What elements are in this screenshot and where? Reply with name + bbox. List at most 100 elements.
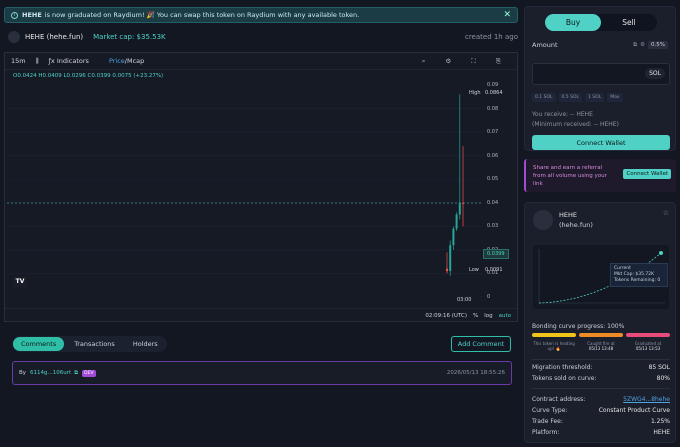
platform-value[interactable]: HEHE: [653, 429, 670, 436]
referral-connect-button[interactable]: Connect Wallet: [623, 169, 671, 179]
candle-body: [449, 245, 452, 272]
copy-icon[interactable]: ⧉: [74, 370, 78, 377]
quick-amount[interactable]: 0.1 SOL: [532, 93, 556, 102]
milestone-fire: Caught fire at 05/13 13:48: [579, 341, 623, 351]
ohlc-readout: O0.0424 H0.0409 L0.0296 C0.0399 0.0075 (…: [13, 73, 164, 79]
y-tick-label: 0.03: [487, 223, 499, 230]
last-price-tag: 0.0399: [483, 249, 509, 259]
x-tick: 03:00: [457, 297, 472, 303]
camera-icon[interactable]: ⎘: [496, 57, 501, 66]
tab-holders[interactable]: Holders: [125, 337, 166, 351]
milestone-graduated: Graduated at 05/13 13:53: [626, 341, 670, 351]
high-value: 0.0864: [485, 90, 503, 96]
min-receive-amount: (Minimum received: -- HEHE): [532, 121, 619, 128]
candle-body: [455, 214, 458, 229]
quick-amount[interactable]: 1 SOL: [585, 93, 605, 102]
quick-amount[interactable]: Max: [607, 93, 623, 102]
milestone-label: This token is heating up! 🔥: [533, 341, 575, 351]
candle-body: [452, 228, 455, 246]
token-avatar: [533, 210, 553, 230]
tooltip-remaining: Tokens Remaining: 0: [614, 278, 661, 283]
tab-transactions[interactable]: Transactions: [66, 337, 123, 351]
amount-label: Amount: [532, 41, 558, 49]
interval-selector[interactable]: 15m: [11, 57, 26, 65]
price-chart[interactable]: 15m ⫼ ƒx Indicators Price/Mcap ⌕ ⚙ ⛶ ⎘ O…: [4, 52, 518, 322]
slippage-button[interactable]: 0.5%: [648, 41, 668, 49]
comment-by: By: [19, 370, 27, 376]
token-header: HEHE (hehe.fun) Market cap: $35.53K crea…: [8, 30, 518, 44]
indicators-button[interactable]: ƒx Indicators: [49, 57, 99, 65]
settings-icon[interactable]: ⚙: [640, 42, 645, 48]
sell-tab[interactable]: Sell: [601, 14, 657, 31]
candle-body: [462, 202, 464, 204]
y-tick-label: 0.08: [487, 105, 499, 112]
price-axis: 0.090.080.070.060.050.040.030.020.010: [483, 82, 518, 323]
search-icon[interactable]: ⌕: [422, 57, 426, 66]
token-name: HEHE: [559, 211, 577, 219]
log-toggle[interactable]: log: [484, 313, 492, 319]
contract-label: Contract address:: [532, 396, 586, 403]
link-icon[interactable]: ⧉: [633, 42, 637, 49]
bonding-progress: Bonding curve progress: 100%: [532, 323, 625, 330]
candle-body: [458, 202, 461, 215]
trade-panel: Buy Sell Amount ⧉ ⚙ 0.5% SOL 0.1 SOL 0.5…: [524, 6, 676, 151]
referral-card: Share and earn a referral from all volum…: [524, 159, 676, 192]
info-icon: i: [11, 11, 18, 19]
fullscreen-icon[interactable]: ⛶: [471, 57, 476, 66]
close-icon[interactable]: ✕: [503, 10, 511, 20]
comment-author[interactable]: 6114g...106urt: [30, 370, 71, 376]
utc-time: 02:09:16 (UTC): [425, 312, 467, 319]
y-tick-label: 0: [487, 294, 491, 300]
contract-link[interactable]: 5ZWG4...8hehe: [623, 396, 670, 403]
tab-comments[interactable]: Comments: [13, 337, 65, 351]
curve-tooltip: Current Mkt Cap: $35.72K Tokens Remainin…: [610, 263, 668, 287]
sold-label: Tokens sold on curve:: [532, 375, 597, 382]
auto-toggle[interactable]: auto: [499, 313, 511, 319]
sold-value: 80%: [656, 375, 670, 382]
quick-amounts: 0.1 SOL 0.5 SOL 1 SOL Max: [532, 93, 623, 102]
divider: [532, 359, 670, 360]
dev-badge: DEV: [82, 369, 96, 377]
comment-item: By 6114g...106urt ⧉ DEV 2026/05/13 18:55…: [12, 361, 512, 385]
curve-label: Curve Type:: [532, 407, 568, 414]
quick-amount[interactable]: 0.5 SOL: [558, 93, 582, 102]
chart-bottom-bar: 02:09:16 (UTC) % log auto: [5, 308, 517, 322]
percent-toggle[interactable]: %: [473, 313, 478, 319]
milestone-heating: This token is heating up! 🔥: [532, 341, 576, 351]
buy-sell-toggle: Buy Sell: [545, 14, 657, 31]
candle-plot[interactable]: [7, 85, 483, 297]
migration-value: 85 SOL: [648, 364, 670, 371]
comment-timestamp: 2026/05/13 18:55:26: [446, 370, 505, 376]
migration-threshold: Migration threshold: 85 SOL: [532, 364, 670, 371]
divider: [532, 388, 670, 389]
mcap-toggle[interactable]: /Mcap: [125, 57, 144, 65]
connect-wallet-button[interactable]: Connect Wallet: [532, 135, 670, 150]
milestone-date: 05/13 13:53: [635, 346, 661, 351]
referral-text: Share and earn a referral from all volum…: [533, 165, 607, 187]
add-comment-button[interactable]: Add Comment: [451, 336, 511, 352]
chart-toolbar: 15m ⫼ ƒx Indicators Price/Mcap ⌕ ⚙ ⛶ ⎘: [5, 53, 517, 70]
trade-fee: Trade Fee: 1.25%: [532, 418, 670, 425]
token-name: HEHE (hehe.fun): [25, 33, 84, 41]
token-avatar: [8, 31, 20, 43]
progress-segment-fire: [579, 333, 623, 337]
curve-type: Curve Type: Constant Product Curve: [532, 407, 670, 414]
activity-tabs: Comments Transactions Holders: [12, 336, 167, 352]
banner-token: HEHE: [22, 11, 42, 19]
migration-label: Migration threshold:: [532, 364, 593, 371]
settings-icon[interactable]: ⚙: [445, 57, 451, 66]
graduation-banner: i HEHE is now graduated on Raydium! 🎉 Yo…: [4, 7, 518, 23]
price-toggle[interactable]: Price: [109, 57, 125, 65]
currency-selector[interactable]: SOL: [645, 68, 665, 79]
amount-input[interactable]: SOL: [532, 63, 670, 85]
candle-body: [446, 268, 448, 272]
fee-label: Trade Fee:: [532, 418, 563, 425]
buy-tab[interactable]: Buy: [545, 14, 601, 31]
receive-info: You receive: -- HEHE (Minimum received: …: [532, 110, 619, 130]
platform-label: Platform:: [532, 429, 560, 436]
star-icon[interactable]: ☆: [663, 209, 669, 217]
candles-icon[interactable]: ⫼: [36, 57, 39, 66]
low-value: 0.0091: [485, 267, 503, 273]
y-tick-label: 0.07: [487, 129, 499, 136]
market-cap: Market cap: $35.53K: [93, 33, 166, 41]
